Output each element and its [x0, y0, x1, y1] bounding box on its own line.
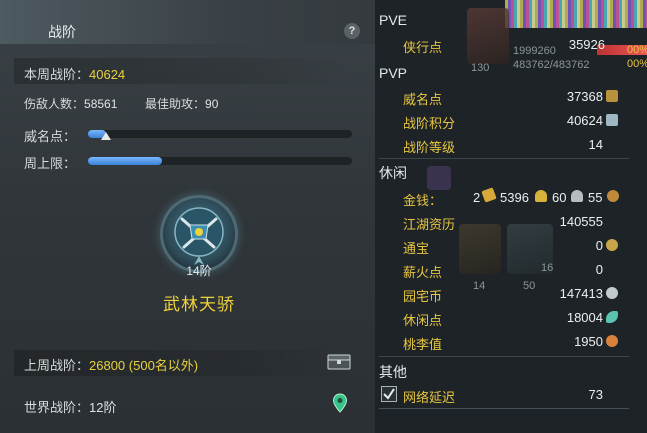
divider-2 [379, 356, 629, 357]
ghost-pct-2: 00% [627, 58, 647, 70]
pve-item-name: 侠行点 [403, 40, 443, 55]
ghost-pct-1: 00% [627, 44, 647, 56]
assist-label: 最佳助攻： [145, 97, 206, 111]
fame-progress-bar [88, 130, 352, 140]
silver-ingot-icon [571, 190, 583, 202]
divider [379, 158, 629, 159]
pvp-item-0-name: 威名点 [403, 92, 443, 107]
pvp-item-0-value: 37368 [566, 89, 603, 104]
kills-value: 58561 [84, 97, 118, 111]
badge-tier-label: 14阶 [186, 264, 212, 278]
leisure-item-4-name: 休闲点 [403, 313, 443, 328]
section-leisure: 休闲 [379, 165, 407, 181]
help-icon[interactable]: ? [344, 23, 360, 39]
pvp-item-1-value: 40624 [566, 113, 603, 128]
section-pvp: PVP [379, 65, 408, 81]
assist-value: 90 [205, 97, 219, 111]
assist-stat: 最佳助攻：90 [145, 95, 218, 112]
weekly-cap-label: 周上限： [24, 156, 77, 171]
leisure-item-5-name: 桃李值 [403, 337, 443, 352]
leisure-item-0-value: 140555 [559, 214, 603, 229]
ghost-level: 130 [471, 62, 490, 74]
peach-icon [606, 335, 618, 347]
divider-3 [379, 408, 629, 409]
leisure-item-0-name: 江湖资历 [403, 217, 456, 232]
other-item-0-value: 73 [588, 387, 603, 402]
tongbao-coin-icon [606, 239, 618, 251]
background-item-icon [459, 224, 501, 274]
gold-ingot-icon [535, 190, 547, 202]
rank-points-icon [606, 114, 618, 126]
kills-label: 伤敌人数： [24, 97, 85, 111]
leisure-item-5-value: 1950 [574, 334, 603, 349]
panel-title: 战阶 [48, 24, 76, 40]
latency-checkbox[interactable] [381, 386, 397, 402]
pvp-item-2-value: 14 [588, 137, 603, 152]
world-rank: 世界战阶：12阶 [24, 397, 116, 416]
weekly-rank-value: 40624 [89, 67, 126, 82]
war-rank-panel: 战阶 ? 本周战阶：40624 伤敌人数：58561 最佳助攻：90 威名点： … [0, 0, 375, 433]
money-copper: 55 [588, 190, 603, 205]
fame-label: 威名点： [24, 129, 77, 144]
weekly-rank-label: 本周战阶： [24, 67, 90, 82]
top-decor-strip [505, 0, 647, 28]
last-week-label: 上周战阶： [24, 358, 90, 373]
leisure-item-2-value: 0 [595, 262, 603, 277]
world-rank-value: 12阶 [89, 400, 117, 415]
kills-stat: 伤敌人数：58561 [24, 95, 117, 112]
weekly-cap-progress-bar [88, 157, 352, 165]
money-bag-icon [427, 166, 451, 190]
section-other: 其他 [379, 364, 407, 380]
ghost-14: 14 [473, 280, 486, 292]
leisure-item-3-name: 园宅币 [403, 289, 443, 304]
background-portrait-icon [467, 8, 509, 64]
section-pve: PVE [379, 12, 408, 28]
rank-title: 武林天骄 [163, 295, 235, 314]
leisure-item-4-value: 18004 [566, 310, 603, 325]
money-silver: 60 [552, 190, 567, 205]
leisure-item-1-name: 通宝 [403, 241, 430, 256]
world-rank-label: 世界战阶： [24, 400, 90, 415]
checkmark-icon [383, 388, 395, 400]
fame-currency-icon [606, 90, 618, 102]
money-label: 金钱： [403, 193, 443, 208]
weekly-rank: 本周战阶：40624 [24, 64, 125, 83]
last-week-value: 26800 (500名以外) [89, 358, 199, 373]
money-gold: 5396 [500, 190, 529, 205]
reward-chest-icon[interactable] [327, 354, 351, 370]
location-pin-icon[interactable] [332, 393, 348, 413]
pve-item-value: 35926 [568, 37, 605, 52]
gold-bar-icon [481, 187, 497, 203]
copper-coin-icon [607, 190, 619, 202]
weekly-cap-progress-fill [88, 157, 162, 165]
fame-marker-icon [101, 132, 112, 140]
leisure-item-1-value: 0 [595, 238, 603, 253]
leisure-item-3-value: 147413 [559, 286, 603, 301]
last-week-rank: 上周战阶：26800 (500名以外) [24, 355, 198, 374]
homestead-coin-icon [606, 287, 618, 299]
leisure-leaf-icon [606, 311, 618, 323]
currency-panel: 1999260 483762/483762 00% 00% 130 PVE 侠行… [375, 0, 647, 433]
other-item-0-name: 网络延迟 [403, 390, 456, 405]
leisure-item-2-name: 薪火点 [403, 265, 443, 280]
money-gold-bars: 2 [473, 190, 481, 205]
ghost-hp-b: 483762/483762 [513, 59, 590, 71]
pvp-item-1-name: 战阶积分 [403, 116, 456, 131]
pvp-item-2-name: 战阶等级 [403, 140, 456, 155]
